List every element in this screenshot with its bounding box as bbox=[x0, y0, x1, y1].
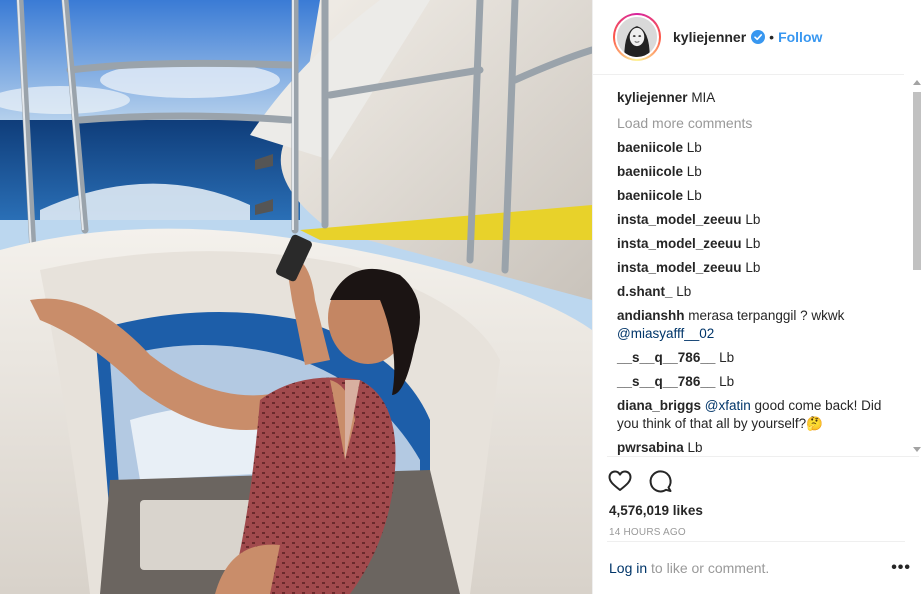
login-prompt: Log in to like or comment. ••• bbox=[607, 541, 910, 594]
comment: insta_model_zeeuu Lb bbox=[617, 208, 905, 232]
comment-text: Lb bbox=[686, 188, 702, 203]
comment: __s__q__786__ Lb bbox=[617, 370, 905, 394]
comment-username[interactable]: baeniicole bbox=[617, 140, 683, 155]
caption: kyliejenner MIA bbox=[617, 86, 905, 110]
comment-mention-link[interactable]: @xfatin bbox=[705, 398, 751, 413]
comment-username[interactable]: insta_model_zeeuu bbox=[617, 212, 742, 227]
comment-username[interactable]: diana_briggs bbox=[617, 398, 701, 413]
verified-badge-icon bbox=[751, 30, 766, 44]
header-username[interactable]: kyliejenner bbox=[673, 29, 746, 45]
yacht-photo-illustration bbox=[0, 0, 592, 594]
comment-text: Lb bbox=[745, 212, 761, 227]
comment-text: Lb bbox=[745, 260, 761, 275]
load-more-comments-button[interactable]: Load more comments bbox=[617, 110, 905, 136]
comment: diana_briggs @xfatin good come back! Did… bbox=[617, 394, 905, 436]
comment: __s__q__786__ Lb bbox=[617, 346, 905, 370]
comment-text: Lb bbox=[676, 284, 692, 299]
follow-button[interactable]: Follow bbox=[778, 29, 822, 45]
comment-username[interactable]: insta_model_zeeuu bbox=[617, 260, 742, 275]
comment-username[interactable]: pwrsabina bbox=[617, 440, 684, 455]
comment-username[interactable]: andianshh bbox=[617, 308, 685, 323]
comment-username[interactable]: insta_model_zeeuu bbox=[617, 236, 742, 251]
comment: baeniicole Lb bbox=[617, 136, 905, 160]
avatar[interactable] bbox=[615, 15, 659, 59]
login-prompt-rest: to like or comment. bbox=[651, 560, 770, 576]
action-icons bbox=[607, 465, 919, 497]
caption-username[interactable]: kyliejenner bbox=[617, 90, 688, 105]
comment: baeniicole Lb bbox=[617, 184, 905, 208]
comment-text: Lb bbox=[719, 374, 735, 389]
caption-text: MIA bbox=[691, 90, 716, 105]
comments-scrollbar[interactable] bbox=[912, 80, 922, 452]
post-header: kyliejenner • Follow bbox=[593, 0, 904, 75]
likes-count[interactable]: 4,576,019 likes bbox=[609, 503, 919, 518]
scrollbar-thumb[interactable] bbox=[913, 92, 921, 270]
comment: insta_model_zeeuu Lb bbox=[617, 256, 905, 280]
header-separator: • bbox=[769, 29, 775, 45]
login-prompt-text: Log in to like or comment. bbox=[609, 560, 769, 576]
post-sidebar: kyliejenner • Follow kyliejenner MIA Loa… bbox=[592, 0, 924, 594]
post-timestamp[interactable]: 14 HOURS AGO bbox=[609, 527, 919, 538]
comment-text: Lb bbox=[719, 350, 735, 365]
comment-username[interactable]: __s__q__786__ bbox=[617, 374, 715, 389]
comments-list[interactable]: kyliejenner MIA Load more comments baeni… bbox=[593, 76, 924, 456]
comment-username[interactable]: baeniicole bbox=[617, 188, 683, 203]
comment: pwrsabina Lb bbox=[617, 436, 905, 456]
comment-text: Lb bbox=[686, 140, 702, 155]
comment-username[interactable]: d.shant_ bbox=[617, 284, 673, 299]
scroll-down-arrow-icon[interactable] bbox=[913, 447, 921, 452]
comment-username[interactable]: __s__q__786__ bbox=[617, 350, 715, 365]
more-options-icon[interactable]: ••• bbox=[891, 559, 911, 577]
scroll-up-arrow-icon[interactable] bbox=[913, 80, 921, 85]
comment-text: Lb bbox=[745, 236, 761, 251]
avatar-story-ring[interactable] bbox=[613, 13, 661, 61]
comment: andianshh merasa terpanggil ? wkwk @mias… bbox=[617, 304, 905, 346]
comment: d.shant_ Lb bbox=[617, 280, 905, 304]
post-photo[interactable] bbox=[0, 0, 592, 594]
comment-text: Lb bbox=[686, 164, 702, 179]
avatar-portrait-icon bbox=[617, 17, 657, 57]
post-actions: 4,576,019 likes 14 HOURS AGO bbox=[607, 456, 919, 538]
comment-username[interactable]: baeniicole bbox=[617, 164, 683, 179]
comment-icon[interactable] bbox=[647, 468, 673, 494]
comment-mention-link[interactable]: @miasyafff__02 bbox=[617, 326, 714, 341]
comment-text: merasa terpanggil ? wkwk bbox=[688, 308, 845, 323]
login-link[interactable]: Log in bbox=[609, 560, 647, 576]
instagram-post: kyliejenner • Follow kyliejenner MIA Loa… bbox=[0, 0, 924, 594]
comment: baeniicole Lb bbox=[617, 160, 905, 184]
comment-text: Lb bbox=[687, 440, 703, 455]
heart-icon[interactable] bbox=[607, 468, 633, 494]
comment: insta_model_zeeuu Lb bbox=[617, 232, 905, 256]
